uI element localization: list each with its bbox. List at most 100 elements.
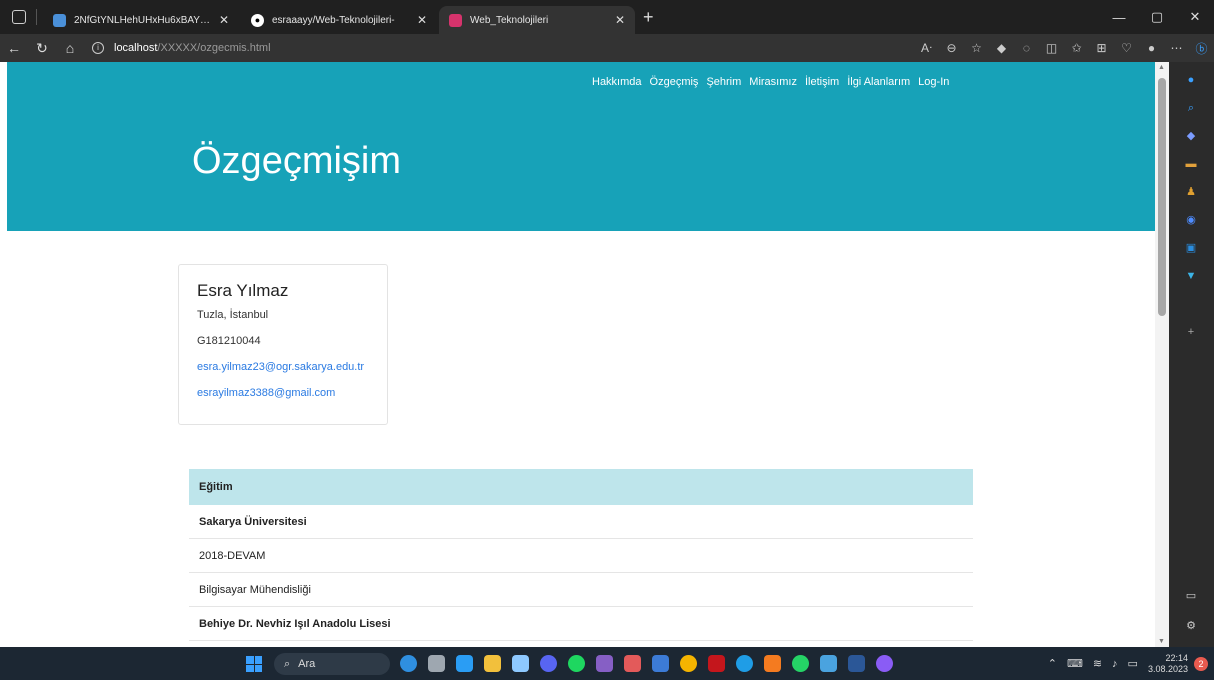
close-window-icon[interactable]: ✕ [1176, 9, 1214, 25]
search-label: Ara [298, 658, 316, 670]
doc-icon [53, 13, 66, 27]
taskbar: ⌕ Ara ⌃ ⌨ ≋ ♪ ▭ 22:14 3.08.2023 2 [0, 647, 1214, 680]
profile-student-id: G181210044 [197, 335, 261, 347]
scroll-down-icon[interactable]: ▼ [1158, 638, 1165, 645]
tab-actions-icon[interactable] [12, 10, 26, 24]
task-view-icon[interactable] [428, 655, 445, 672]
performance-icon[interactable]: ♡ [1114, 41, 1139, 55]
url-host: localhost [114, 42, 158, 54]
hero-banner: Hakkımda Özgeçmiş Şehrim Mirasımız İleti… [7, 62, 1155, 231]
close-tab-icon[interactable]: ✕ [417, 13, 427, 27]
copilot-icon[interactable]: ◌ [1014, 41, 1039, 55]
extension-icon[interactable]: ◆ [989, 41, 1014, 55]
profile-avatar-icon[interactable]: ● [1139, 41, 1164, 55]
restore-icon[interactable]: ▢ [1138, 9, 1176, 25]
drop-icon[interactable]: ▼ [1183, 268, 1199, 284]
discord-icon[interactable] [540, 655, 557, 672]
netflix-icon[interactable] [708, 655, 725, 672]
visual-studio-icon[interactable] [596, 655, 613, 672]
tab-doc[interactable]: 2NfGtYNLHehUHxHu6xBAYdJNP ✕ [43, 6, 239, 34]
copilot-icon[interactable] [400, 655, 417, 672]
taskbar-search[interactable]: ⌕ Ara [274, 653, 390, 675]
app-icon[interactable] [652, 655, 669, 672]
bing-icon[interactable]: ⓑ [1189, 40, 1214, 57]
profile-name: Esra Yılmaz [197, 281, 289, 300]
shopping-tag-icon[interactable]: ◆ [1183, 128, 1199, 144]
profile-email-school[interactable]: esra.yilmaz23@ogr.sakarya.edu.tr [197, 361, 387, 373]
app-icon [449, 13, 462, 27]
page-title: Özgeçmişim [192, 140, 402, 182]
edge-sidebar: ● ⌕ ◆ ▬ ♟ ◉ ▣ ▼ + ▭ ⚙ [1169, 62, 1214, 647]
volume-icon[interactable]: ♪ [1112, 658, 1118, 670]
bell-icon[interactable]: ● [1183, 72, 1199, 88]
whatsapp-icon[interactable] [792, 655, 809, 672]
tab-github[interactable]: ● esraaayy/Web-Teknolojileri- ✕ [241, 6, 437, 34]
github-desktop-icon[interactable] [876, 655, 893, 672]
scroll-up-icon[interactable]: ▲ [1158, 64, 1165, 71]
nav-ilgi-alanlarim[interactable]: İlgi Alanlarım [847, 76, 910, 88]
add-icon[interactable]: + [1183, 324, 1199, 340]
page-scrollbar[interactable]: ▲ ▼ [1155, 62, 1169, 647]
nav-iletisim[interactable]: İletişim [805, 76, 839, 88]
favorites-icon[interactable]: ✩ [1064, 41, 1089, 55]
education-table: Eğitim Sakarya Üniversitesi 2018-DEVAM B… [189, 469, 973, 641]
tab-web-teknolojileri[interactable]: Web_Teknolojileri ✕ [439, 6, 635, 34]
url-path: /XXXXX/ozgecmis.html [157, 42, 271, 54]
site-info-icon[interactable]: i [92, 42, 104, 54]
clock-date: 3.08.2023 [1147, 663, 1188, 674]
refresh-icon[interactable]: ↻ [28, 40, 56, 57]
system-tray: ⌃ ⌨ ≋ ♪ ▭ 22:14 3.08.2023 2 [1048, 647, 1214, 680]
home-icon[interactable]: ⌂ [56, 40, 84, 56]
gear-icon[interactable]: ⚙ [1183, 618, 1199, 634]
nav-hakkimda[interactable]: Hakkımda [592, 76, 642, 88]
outlook-icon[interactable]: ▣ [1183, 240, 1199, 256]
profile-card: Esra Yılmaz Tuzla, İstanbul G181210044 e… [178, 264, 388, 425]
office-icon[interactable]: ◉ [1183, 212, 1199, 228]
wifi-icon[interactable]: ≋ [1093, 657, 1102, 670]
calendar-app-icon[interactable] [624, 655, 641, 672]
tools-icon[interactable]: ▬ [1183, 156, 1199, 172]
app-icon[interactable] [512, 655, 529, 672]
minimize-icon[interactable]: — [1100, 10, 1138, 25]
new-tab-icon[interactable]: + [643, 7, 654, 28]
profile-email-personal[interactable]: esrayilmaz3388@gmail.com [197, 387, 387, 399]
mail-icon[interactable] [820, 655, 837, 672]
collections-icon[interactable]: ⊞ [1089, 41, 1114, 55]
zoom-icon[interactable]: ⊖ [939, 41, 964, 55]
window-controls: — ▢ ✕ [1100, 0, 1214, 34]
read-aloud-icon[interactable]: Aᐧ [914, 41, 939, 55]
sidebar-toggle-icon[interactable]: ▭ [1183, 588, 1199, 604]
app-icon[interactable] [764, 655, 781, 672]
nav-ozgecmis[interactable]: Özgeçmiş [650, 76, 699, 88]
word-icon[interactable] [848, 655, 865, 672]
chevron-up-icon[interactable]: ⌃ [1048, 657, 1057, 670]
edge-icon[interactable] [736, 655, 753, 672]
keyboard-icon[interactable]: ⌨ [1067, 657, 1083, 670]
top-nav: Hakkımda Özgeçmiş Şehrim Mirasımız İleti… [592, 76, 949, 88]
url-field[interactable]: i localhost /XXXXX/ozgecmis.html [92, 37, 852, 59]
battery-icon[interactable]: ▭ [1128, 657, 1138, 670]
file-explorer-icon[interactable] [484, 655, 501, 672]
windows-start-icon[interactable] [246, 656, 262, 672]
close-tab-icon[interactable]: ✕ [219, 13, 229, 27]
spotify-icon[interactable] [568, 655, 585, 672]
scrollbar-thumb[interactable] [1158, 78, 1166, 316]
split-screen-icon[interactable]: ◫ [1039, 41, 1064, 55]
favorite-star-icon[interactable]: ☆ [964, 41, 989, 55]
search-icon[interactable]: ⌕ [1183, 100, 1199, 116]
nav-sehrim[interactable]: Şehrim [706, 76, 741, 88]
education-header: Eğitim [189, 469, 973, 505]
more-icon[interactable]: ⋯ [1164, 41, 1189, 55]
games-icon[interactable]: ♟ [1183, 184, 1199, 200]
clock[interactable]: 22:14 3.08.2023 [1148, 653, 1188, 675]
clock-time: 22:14 [1165, 652, 1188, 663]
close-tab-icon[interactable]: ✕ [615, 13, 625, 27]
nav-mirasimiz[interactable]: Mirasımız [749, 76, 797, 88]
tab-title: 2NfGtYNLHehUHxHu6xBAYdJNP [74, 14, 211, 26]
chrome-icon[interactable] [680, 655, 697, 672]
back-icon[interactable]: ← [0, 40, 28, 56]
page-viewport: Hakkımda Özgeçmiş Şehrim Mirasımız İleti… [0, 62, 1155, 647]
vscode-icon[interactable] [456, 655, 473, 672]
nav-log-in[interactable]: Log-In [918, 76, 949, 88]
notification-badge[interactable]: 2 [1194, 656, 1208, 671]
